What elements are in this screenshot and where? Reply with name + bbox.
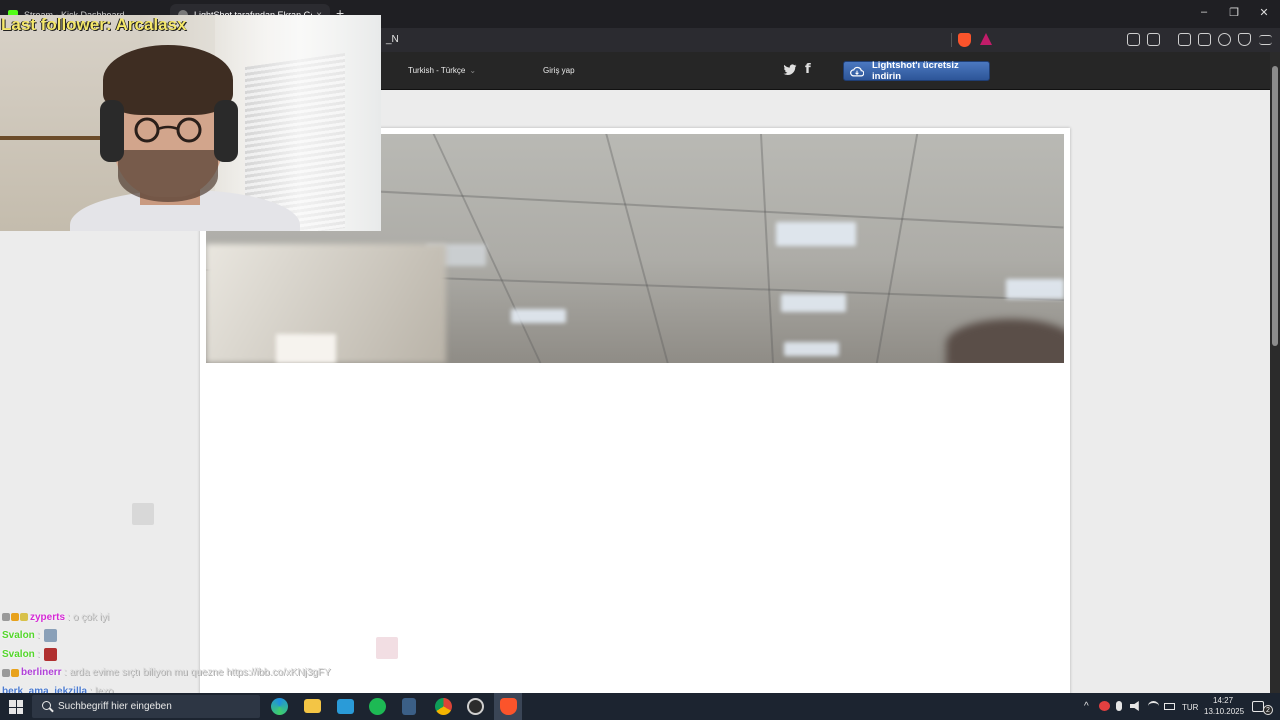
minimize-button[interactable]: – (1194, 6, 1214, 18)
cloud-download-icon (850, 66, 864, 77)
url-text[interactable]: _N (386, 34, 399, 45)
vpn-shield-icon[interactable] (1238, 33, 1251, 46)
file-explorer-icon[interactable] (304, 699, 321, 713)
chat-message: zyperts: o çok iyi (2, 608, 422, 627)
glasses (134, 117, 202, 143)
chevron-down-icon: ⌄ (469, 66, 477, 75)
ceiling-light (781, 294, 846, 312)
page-scrollbar[interactable] (1270, 52, 1280, 693)
chat-badges (2, 613, 28, 622)
ceiling-light (776, 222, 856, 246)
spotify-icon[interactable] (369, 698, 386, 715)
store-icon[interactable] (337, 699, 354, 714)
chat-username: berlinerr (21, 667, 62, 679)
chat-badge-icon (11, 613, 19, 622)
clock-date[interactable]: 13.10.2025 (1204, 707, 1244, 716)
address-separator (951, 33, 952, 47)
chat-emote-icon (43, 629, 57, 643)
brave-icon[interactable] (500, 698, 517, 715)
wallet-icon[interactable] (1198, 33, 1211, 46)
language-label: Turkish - Türkçe (408, 66, 466, 75)
edge-icon[interactable] (271, 698, 288, 715)
chat-text: arda evime sıçtı biliyon mu quezne https… (69, 667, 331, 679)
brave-rewards-icon[interactable] (980, 33, 992, 45)
chat-username: Svalon (2, 648, 35, 660)
download-button-label: Lightshot'ı ücretsiz indirin (872, 60, 959, 82)
chat-emote-icon (43, 647, 57, 661)
chat-message: Svalon: (2, 627, 422, 646)
streamer-beard (118, 150, 218, 202)
chat-badge-icon (20, 613, 28, 622)
menu-icon[interactable] (1259, 35, 1272, 45)
last-follower-text: Last follower: Arcalasx (1, 15, 187, 34)
maximize-button[interactable]: ❐ (1224, 6, 1244, 19)
calculator-icon[interactable] (402, 698, 416, 715)
sidebar-icon[interactable] (1178, 33, 1191, 46)
chat-badge-icon (11, 668, 19, 677)
chat-separator: : (36, 648, 40, 660)
chat-badge-icon (2, 613, 10, 622)
headphones-right (214, 100, 238, 162)
facebook-icon[interactable]: f (805, 62, 811, 77)
chat-badge-icon (2, 668, 10, 677)
close-window-button[interactable]: ✕ (1254, 6, 1274, 19)
tray-app-icon[interactable] (1099, 701, 1110, 711)
chrome-icon[interactable] (435, 698, 452, 715)
ceiling-light (1006, 279, 1064, 299)
blurred-window (276, 334, 336, 363)
webcam-overlay (0, 15, 381, 231)
language-select[interactable]: Turkish - Türkçe ⌄ (408, 66, 476, 75)
floating-emote (132, 503, 154, 525)
reading-list-icon[interactable] (1147, 33, 1160, 46)
twitter-icon[interactable] (783, 64, 797, 76)
battery-icon[interactable] (1164, 703, 1175, 710)
login-link[interactable]: Giriş yap (543, 66, 575, 75)
search-placeholder: Suchbegriff hier eingeben (58, 701, 172, 712)
ceiling-line (875, 134, 919, 363)
tray-overflow-chevron-icon[interactable]: ^ (1084, 701, 1089, 712)
taskbar-search-input[interactable]: Suchbegriff hier eingeben (32, 695, 260, 718)
microphone-icon[interactable] (1116, 701, 1122, 711)
blurred-person (946, 319, 1064, 363)
chat-message: Svalon: (2, 645, 422, 664)
ceiling-line (605, 134, 669, 363)
chat-separator: : (63, 667, 67, 679)
chat-badges (2, 668, 19, 677)
search-icon (42, 701, 51, 710)
clock-time[interactable]: 14:27 (1213, 696, 1233, 705)
chat-separator: : (67, 611, 70, 623)
brave-shields-icon[interactable] (958, 33, 971, 47)
chat-text: o çok iyi (72, 611, 109, 623)
leo-ai-icon[interactable] (1218, 33, 1231, 46)
chat-username: Svalon (2, 630, 35, 642)
obs-icon[interactable] (467, 698, 484, 715)
notification-count-badge: 2 (1263, 705, 1273, 715)
network-icon[interactable] (1148, 701, 1159, 711)
ceiling-light (784, 342, 839, 356)
scrollbar-thumb[interactable] (1272, 66, 1278, 346)
chat-username: zyperts (30, 611, 66, 623)
language-indicator[interactable]: TUR (1182, 703, 1198, 712)
ceiling-light (511, 309, 566, 323)
windows-start-icon[interactable] (9, 700, 23, 714)
chat-separator: : (36, 630, 40, 642)
chat-message: berlinerr: arda evime sıçtı biliyon mu qu… (2, 664, 422, 683)
extensions-icon[interactable] (1127, 33, 1140, 46)
download-lightshot-button[interactable]: Lightshot'ı ücretsiz indirin (843, 60, 990, 82)
headphones-left (100, 100, 124, 162)
ceiling-line (759, 134, 775, 363)
